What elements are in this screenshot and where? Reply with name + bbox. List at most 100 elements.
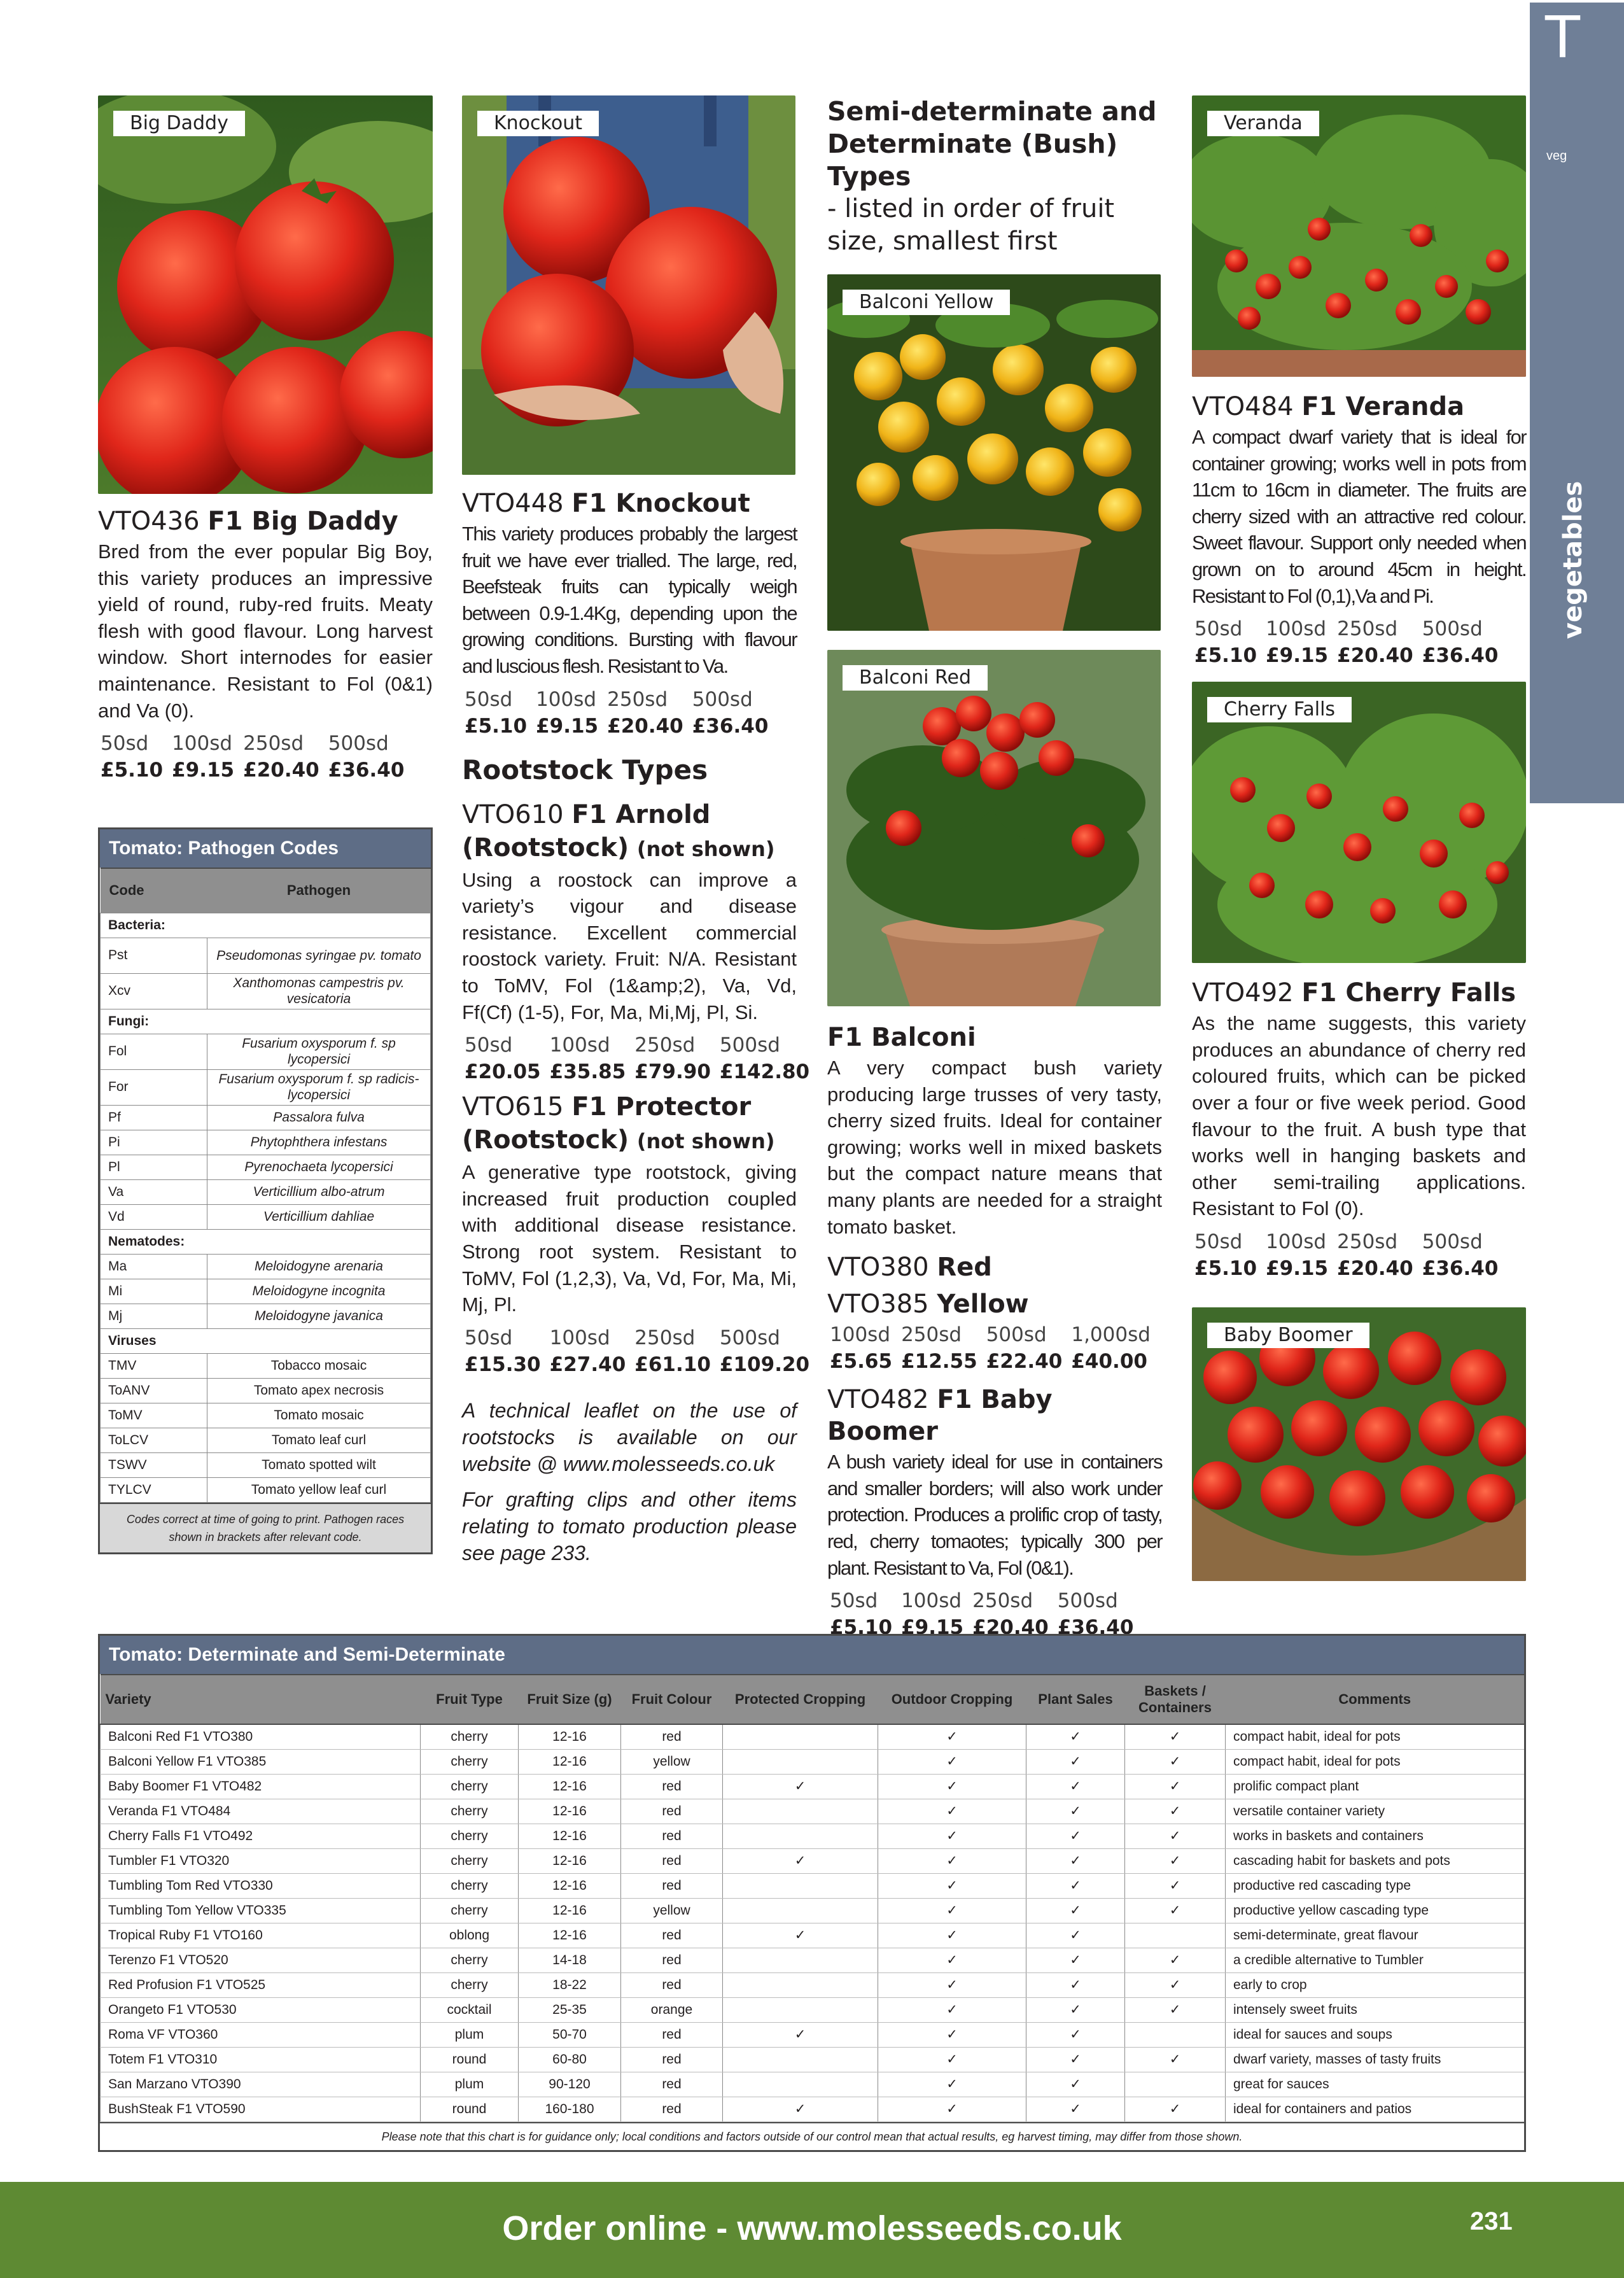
pathogen-row: Xcv Xanthomonas campestris pv. vesicatori… xyxy=(100,973,431,1009)
baby-boomer-photo: Baby Boomer xyxy=(1192,1307,1526,1581)
determinate-table: Variety Fruit Type Fruit Size (g) Fruit Col… xyxy=(100,1674,1524,2122)
table-cell: 12-16 xyxy=(518,1724,621,1750)
empty-cell xyxy=(1124,2072,1226,2097)
pathogen-code: Pf xyxy=(100,1104,207,1130)
table-cell: 18-22 xyxy=(518,1972,621,1998)
table-row: Orangeto F1 VTO530 cocktail 25-35 orange ✓ ✓ ✓… xyxy=(100,1997,1524,2023)
check-icon: ✓ xyxy=(1026,1898,1125,1923)
baby-boomer-title: VTO482 F1 Baby Boomer xyxy=(827,1385,1053,1447)
table-cell: ideal for sauces and soups xyxy=(1225,2022,1524,2048)
table-cell: great for sauces xyxy=(1225,2072,1524,2097)
cherry-falls-title: VTO492 F1 Cherry Falls xyxy=(1192,978,1516,1008)
pathogen-name: Pyrenochaeta lycopersici xyxy=(207,1154,431,1180)
check-icon: ✓ xyxy=(878,1824,1026,1849)
check-icon: ✓ xyxy=(1026,1799,1125,1824)
table-cell: 12-16 xyxy=(518,1898,621,1923)
pathogen-section-label: Nematodes: xyxy=(100,1228,431,1255)
price-table: 50sd 100sd 250sd 500sd £5.10 £9.15 £20.40 £36.… xyxy=(101,732,405,782)
table-cell: yellow xyxy=(620,1898,723,1923)
check-icon: ✓ xyxy=(1124,1848,1226,1874)
pathogen-section-label: Bacteria: xyxy=(100,912,431,938)
table-cell: cherry xyxy=(420,1972,519,1998)
table-cell: Veranda F1 VTO484 xyxy=(100,1799,421,1824)
knockout-photo: Knockout xyxy=(462,95,795,475)
check-icon: ✓ xyxy=(1026,2047,1125,2072)
table-cell: BushSteak F1 VTO590 xyxy=(100,2097,421,2122)
balconi-red-title: VTO380 Red xyxy=(827,1253,992,1283)
check-icon: ✓ xyxy=(722,1774,878,1799)
table-cell: red xyxy=(620,2047,723,2072)
check-icon: ✓ xyxy=(878,1799,1026,1824)
pathogen-name: Passalora fulva xyxy=(207,1104,431,1130)
arnold-price-table: 50sd 100sd 250sd 500sd £20.05 £35.85 £79.90 £1… xyxy=(465,1034,810,1084)
column-big-daddy: Big Daddy VTO436 F1 Big Daddy Bred from … xyxy=(98,95,433,784)
side-tab-small: veg xyxy=(1546,149,1567,163)
table-cell: Roma VF VTO360 xyxy=(100,2022,421,2048)
table-cell: 90-120 xyxy=(518,2072,621,2097)
table-row: Cherry Falls F1 VTO492 cherry 12-16 red ✓ ✓ ✓ w… xyxy=(100,1824,1524,1849)
column-header: Protected Cropping xyxy=(722,1674,878,1725)
arnold-description: Using a roostock can improve a variety’s… xyxy=(462,868,797,1023)
check-icon: ✓ xyxy=(878,1774,1026,1799)
table-cell: cherry xyxy=(420,1873,519,1899)
balconi-yellow-image xyxy=(827,274,1161,631)
table-row: San Marzano VTO390 plum 90-120 red ✓ ✓ great f… xyxy=(100,2072,1524,2097)
section-heading: Semi-determinate and Determinate (Bush) … xyxy=(827,96,1157,192)
table-row: Roma VF VTO360 plum 50-70 red ✓ ✓ ✓ ideal for s… xyxy=(100,2022,1524,2048)
big-daddy-image xyxy=(98,95,433,494)
balconi-price-table: 100sd 250sd 500sd 1,000sd £5.65 £12.55 £22.40… xyxy=(830,1323,1151,1374)
grafting-note: For grafting clips and other items relat… xyxy=(462,1487,797,1564)
knockout-image xyxy=(462,95,795,475)
variety-description: Bred from the ever popular Big Boy, this… xyxy=(98,540,433,722)
check-icon: ✓ xyxy=(1026,1749,1125,1775)
table-cell: round xyxy=(420,2047,519,2072)
empty-cell xyxy=(722,1948,878,1973)
check-icon: ✓ xyxy=(722,2022,878,2048)
table-cell: 12-16 xyxy=(518,1923,621,1948)
check-icon: ✓ xyxy=(1124,1724,1226,1750)
check-icon: ✓ xyxy=(722,1923,878,1948)
check-icon: ✓ xyxy=(878,2097,1026,2122)
table-cell: cherry xyxy=(420,1824,519,1849)
table-cell: red xyxy=(620,1799,723,1824)
pathogen-section-label: Fungi: xyxy=(100,1008,431,1034)
column-header: Baskets / Containers xyxy=(1124,1674,1226,1725)
table-cell: Red Profusion F1 VTO525 xyxy=(100,1972,421,1998)
column-knockout: Knockout VTO448 F1 Knockout This variety… xyxy=(462,95,809,1566)
pathogen-name: Meloidogyne javanica xyxy=(207,1303,431,1329)
photo-tag: Balconi Red xyxy=(843,665,988,691)
table-cell: cascading habit for baskets and pots xyxy=(1225,1848,1524,1874)
pathogen-row: Pf Passalora fulva xyxy=(100,1104,431,1130)
pathogen-code: Fol xyxy=(100,1033,207,1070)
baby-boomer-description: A bush variety ideal for use in containe… xyxy=(827,1451,1163,1579)
table-cell: 12-16 xyxy=(518,1799,621,1824)
table-cell: 50-70 xyxy=(518,2022,621,2048)
table-cell: Balconi Red F1 VTO380 xyxy=(100,1724,421,1750)
table-row: Red Profusion F1 VTO525 cherry 18-22 red ✓ ✓ ✓… xyxy=(100,1972,1524,1998)
pathogen-name: Tomato yellow leaf curl xyxy=(207,1477,431,1503)
table-row: Balconi Yellow F1 VTO385 cherry 12-16 yello… xyxy=(100,1749,1524,1775)
pathogen-name: Phytophthera infestans xyxy=(207,1129,431,1155)
table-cell: Terenzo F1 VTO520 xyxy=(100,1948,421,1973)
table-cell: Baby Boomer F1 VTO482 xyxy=(100,1774,421,1799)
vegetables-side-tab[interactable]: T veg vegetables xyxy=(1530,3,1624,803)
order-online-link[interactable]: Order online - www.molesseeds.co.uk xyxy=(0,2207,1624,2249)
variety-title: VTO436 F1 Big Daddy xyxy=(98,507,398,536)
big-daddy-photo: Big Daddy xyxy=(98,95,433,494)
empty-cell xyxy=(722,2072,878,2097)
table-cell: Tumbler F1 VTO320 xyxy=(100,1848,421,1874)
pathogen-name: Verticillium dahliae xyxy=(207,1204,431,1230)
pathogen-row: TMV Tobacco mosaic xyxy=(100,1353,431,1379)
column-balconi: Semi-determinate and Determinate (Bush) … xyxy=(827,95,1163,1641)
pathogen-code: ToMV xyxy=(100,1402,207,1428)
pathogen-code: Pl xyxy=(100,1154,207,1180)
veranda-title: VTO484 F1 Veranda xyxy=(1192,392,1465,421)
determinate-title: Tomato: Determinate and Semi-Determinate xyxy=(100,1636,1524,1674)
table-cell: yellow xyxy=(620,1749,723,1775)
check-icon: ✓ xyxy=(1124,2097,1226,2122)
check-icon: ✓ xyxy=(878,1848,1026,1874)
column-header: Variety xyxy=(100,1674,421,1725)
veranda-image xyxy=(1192,95,1526,377)
table-cell: oblong xyxy=(420,1923,519,1948)
check-icon: ✓ xyxy=(1124,1898,1226,1923)
